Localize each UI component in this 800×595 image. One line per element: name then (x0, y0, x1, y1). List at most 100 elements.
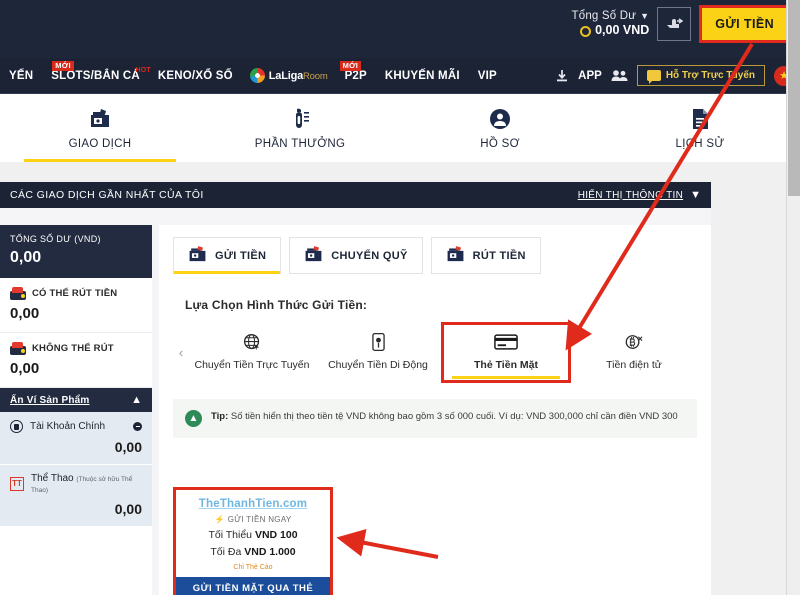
nav-item-promotions[interactable]: KHUYẾN MÃI (376, 70, 469, 82)
product-wallet-main-head: Tài Khoản Chính (10, 420, 142, 433)
nav-item-laliga-room[interactable]: LaLigaRoom (242, 68, 336, 83)
method-crypto[interactable]: Tiền điện tử (571, 324, 697, 381)
main-nav-bar: YẾN MỚI SLOTS/BẮN CÁ HOT KENO/XỔ SỐ LaLi… (0, 58, 800, 94)
method-label: Chuyển Tiền Di Động (328, 359, 428, 371)
min-label: Tối Thiểu (208, 529, 253, 541)
info-arrow-icon: ▲ (185, 410, 202, 427)
page-scrollbar[interactable] (786, 0, 800, 595)
withdrawable-row: CÓ THỂ RÚT TIỀN 0,00 (0, 278, 152, 333)
support-button[interactable]: Hỗ Trợ Trực Tuyến (636, 65, 765, 86)
top-bar-right-group: Tổng Số Dư ▼ 0,00 VND GỬI TIỀN (572, 0, 800, 43)
method-label: Chuyển Tiền Trực Tuyến (194, 359, 310, 371)
tab-chuyen-quy[interactable]: CHUYỂN QUỸ (289, 237, 423, 274)
globe-icon (243, 332, 262, 352)
max-amount-row: Tối Đa VND 1.000 (182, 546, 324, 558)
balance-label: Tổng Số Dư (571, 10, 637, 22)
page-root: Tổng Số Dư ▼ 0,00 VND GỬI TIỀN YẾN MỚI S… (0, 0, 800, 595)
laliga-logo-icon (249, 68, 265, 83)
carousel-prev-icon[interactable]: ‹ (173, 345, 189, 360)
product-wallets-label: Ẩn Ví Sản Phẩm (10, 394, 90, 406)
balance-amount: 0,00 VND (595, 23, 650, 38)
nav-item-label: KENO/XỔ SỐ (157, 69, 233, 82)
nav-item-keno[interactable]: KENO/XỔ SỐ (149, 70, 242, 82)
method-mobile-transfer[interactable]: Chuyển Tiền Di Động (315, 324, 441, 381)
collapse-icon[interactable] (133, 422, 142, 431)
product-wallet-name-wrap: Thể Thao (Thuộc sở hữu Thể Thao) (31, 473, 142, 495)
coin-icon (580, 25, 592, 37)
wallet-icon (88, 106, 112, 132)
wallet-icon (10, 287, 26, 300)
refresh-balance-button[interactable] (657, 7, 692, 41)
offer-note: Chỉ Thẻ Cào (233, 564, 273, 571)
download-icon[interactable] (555, 69, 569, 83)
nav-item-label: SLOTS/BẮN CÁ (51, 69, 140, 82)
app-label[interactable]: APP (578, 70, 602, 82)
laliga-main: LaLiga (268, 69, 304, 82)
card-provider-offer[interactable]: TheThanhTien.com ⚡ GỬI TIỀN NGAY Tối Thi… (173, 487, 333, 595)
tip-box: ▲ Tip: Số tiền hiển thị theo tiền tệ VND… (173, 399, 697, 438)
transaction-type-tabs: GỬI TIỀN CHUYỂN QUỸ RÚT TIỀN (159, 225, 711, 274)
product-wallet-name: Thể Thao (31, 473, 74, 484)
total-balance-currency: (VND) (74, 234, 101, 244)
method-cash-card[interactable]: Thẻ Tiền Mặt (441, 322, 571, 383)
tab-giao-dich[interactable]: GIAO DỊCH (0, 94, 200, 162)
non-withdrawable-head: KHÔNG THỂ RÚT (10, 342, 142, 355)
max-value: VND 1.000 (244, 546, 296, 558)
product-wallet-sports[interactable]: TT Thể Thao (Thuộc sở hữu Thể Thao) 0,00 (0, 465, 152, 527)
product-wallet-main[interactable]: Tài Khoản Chính 0,00 (0, 412, 152, 465)
method-label: Tiền điện tử (606, 359, 662, 371)
laliga-label: LaLigaRoom (269, 70, 328, 82)
tab-gui-tien[interactable]: GỬI TIỀN (173, 237, 282, 274)
product-wallets-toggle[interactable]: Ẩn Ví Sản Phẩm ▲ (0, 388, 152, 412)
min-amount-row: Tối Thiểu VND 100 (182, 529, 324, 541)
new-badge: MỚI (52, 60, 74, 71)
mobile-icon (371, 332, 385, 352)
tab-label: GỬI TIỀN (215, 249, 267, 262)
wallet-icon (304, 246, 323, 265)
sports-icon: TT (10, 477, 24, 491)
nav-item-label: VIP (477, 69, 497, 82)
product-wallet-sports-head: TT Thể Thao (Thuộc sở hữu Thể Thao) (10, 473, 142, 495)
method-online-transfer[interactable]: Chuyển Tiền Trực Tuyến (189, 324, 315, 381)
nav-item-vip[interactable]: VIP (469, 70, 506, 82)
choose-method-title: Lựa Chọn Hình Thức Gửi Tiền: (185, 298, 368, 312)
gift-icon (288, 106, 312, 132)
balance-sidebar: TỔNG SỐ DƯ (VND) 0,00 CÓ THỂ RÚT TIỀN 0,… (0, 225, 152, 595)
nav-item-label: YẾN (9, 69, 34, 82)
tab-ho-so[interactable]: HỒ SƠ (400, 94, 600, 162)
nav-item-slots[interactable]: MỚI SLOTS/BẮN CÁ HOT (42, 60, 151, 82)
balance-block[interactable]: Tổng Số Dư ▼ 0,00 VND (572, 9, 650, 39)
tab-label: LỊCH SỬ (675, 138, 725, 150)
nav-item-yen[interactable]: YẾN (0, 70, 42, 82)
main-account-icon (10, 420, 23, 433)
section-title: CÁC GIAO DỊCH GẦN NHẤT CỦA TÔI (10, 189, 204, 201)
tab-lich-su[interactable]: LỊCH SỬ (600, 94, 800, 162)
nav-item-label: KHUYẾN MÃI (384, 69, 460, 82)
show-info-toggle[interactable]: HIỂN THỊ THÔNG TIN ▼ (578, 189, 701, 201)
tab-label: CHUYỂN QUỸ (331, 249, 408, 262)
chevron-down-icon[interactable]: ▼ (640, 11, 649, 22)
recent-transactions-header: CÁC GIAO DỊCH GẦN NHẤT CỦA TÔI HIỂN THỊ … (0, 182, 711, 208)
friends-icon[interactable] (611, 69, 628, 82)
total-balance-value: 0,00 (10, 249, 42, 266)
deposit-panel: GỬI TIỀN CHUYỂN QUỸ RÚT TIỀN Lựa Chọn Hì… (159, 225, 711, 595)
support-label: Hỗ Trợ Trực Tuyến (665, 70, 755, 81)
wallet-icon (10, 342, 26, 355)
crypto-icon (624, 332, 644, 352)
nav-item-p2p[interactable]: MỚI P2P (336, 60, 376, 82)
deposit-via-card-button[interactable]: GỬI TIỀN MẶT QUA THẺ (176, 577, 330, 595)
nav-left-group: YẾN MỚI SLOTS/BẮN CÁ HOT KENO/XỔ SỐ LaLi… (0, 60, 555, 83)
balance-label-row[interactable]: Tổng Số Dư ▼ (572, 9, 650, 23)
total-balance-label-row: TỔNG SỐ DƯ (VND) (10, 234, 142, 245)
tab-phan-thuong[interactable]: PHẦN THƯỞNG (200, 94, 400, 162)
scrollbar-thumb[interactable] (788, 0, 800, 196)
wallet-icon (188, 246, 207, 265)
deposit-button-top[interactable]: GỬI TIỀN (699, 5, 790, 43)
offer-body: TheThanhTien.com ⚡ GỬI TIỀN NGAY Tối Thi… (176, 490, 330, 571)
product-wallet-name: Tài Khoản Chính (30, 421, 106, 432)
product-wallet-value: 0,00 (114, 501, 142, 517)
nav-item-label: P2P (344, 69, 367, 82)
withdrawable-label: CÓ THỂ RÚT TIỀN (32, 288, 118, 299)
bolt-icon: ⚡ (214, 515, 225, 524)
tab-rut-tien[interactable]: RÚT TIỀN (430, 237, 541, 274)
